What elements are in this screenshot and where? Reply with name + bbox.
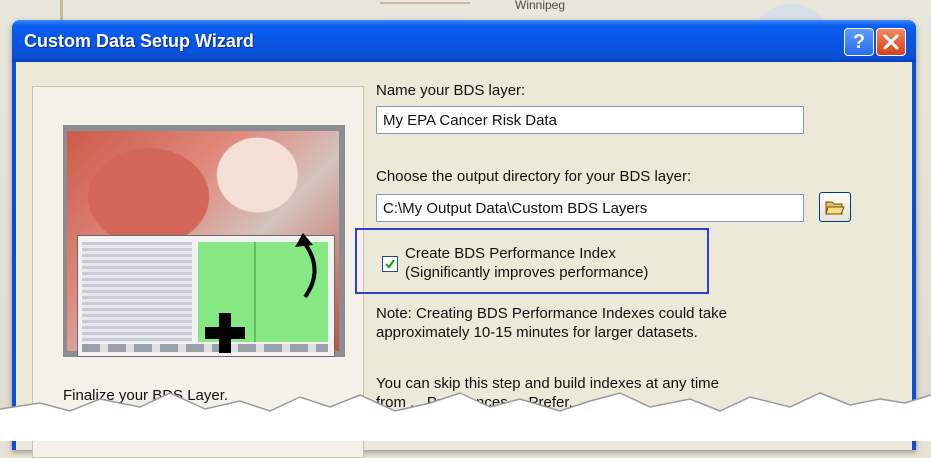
note-text-line2: approximately 10-15 minutes for larger d… — [376, 324, 698, 341]
wizard-illustration — [63, 125, 345, 357]
curved-arrow-icon — [295, 233, 317, 299]
layer-name-input[interactable] — [376, 106, 804, 134]
title-bar[interactable]: Custom Data Setup Wizard ? — [12, 20, 916, 62]
output-dir-input[interactable] — [376, 194, 804, 222]
question-mark-icon: ? — [852, 31, 866, 53]
layer-name-label: Name your BDS layer: — [376, 82, 526, 99]
close-button[interactable] — [876, 28, 906, 56]
map-city-label: Winnipeg — [515, 0, 566, 12]
open-folder-icon — [825, 201, 845, 215]
output-dir-label: Choose the output directory for your BDS… — [376, 168, 692, 185]
plus-icon — [205, 313, 245, 353]
checkmark-icon — [385, 259, 395, 269]
performance-index-sublabel[interactable]: (Significantly improves performance) — [405, 264, 648, 281]
table-data-columns — [82, 242, 192, 342]
map-road — [60, 0, 63, 20]
performance-index-checkbox[interactable] — [382, 256, 398, 272]
browse-folder-button[interactable] — [819, 192, 851, 222]
torn-paper-edge — [0, 392, 931, 441]
window-title: Custom Data Setup Wizard — [24, 31, 254, 51]
note-text-line1: Note: Creating BDS Performance Indexes c… — [376, 305, 728, 322]
performance-index-label[interactable]: Create BDS Performance Index — [405, 245, 616, 262]
close-x-icon — [883, 34, 899, 50]
map-road — [380, 2, 470, 4]
help-button[interactable]: ? — [844, 28, 874, 56]
